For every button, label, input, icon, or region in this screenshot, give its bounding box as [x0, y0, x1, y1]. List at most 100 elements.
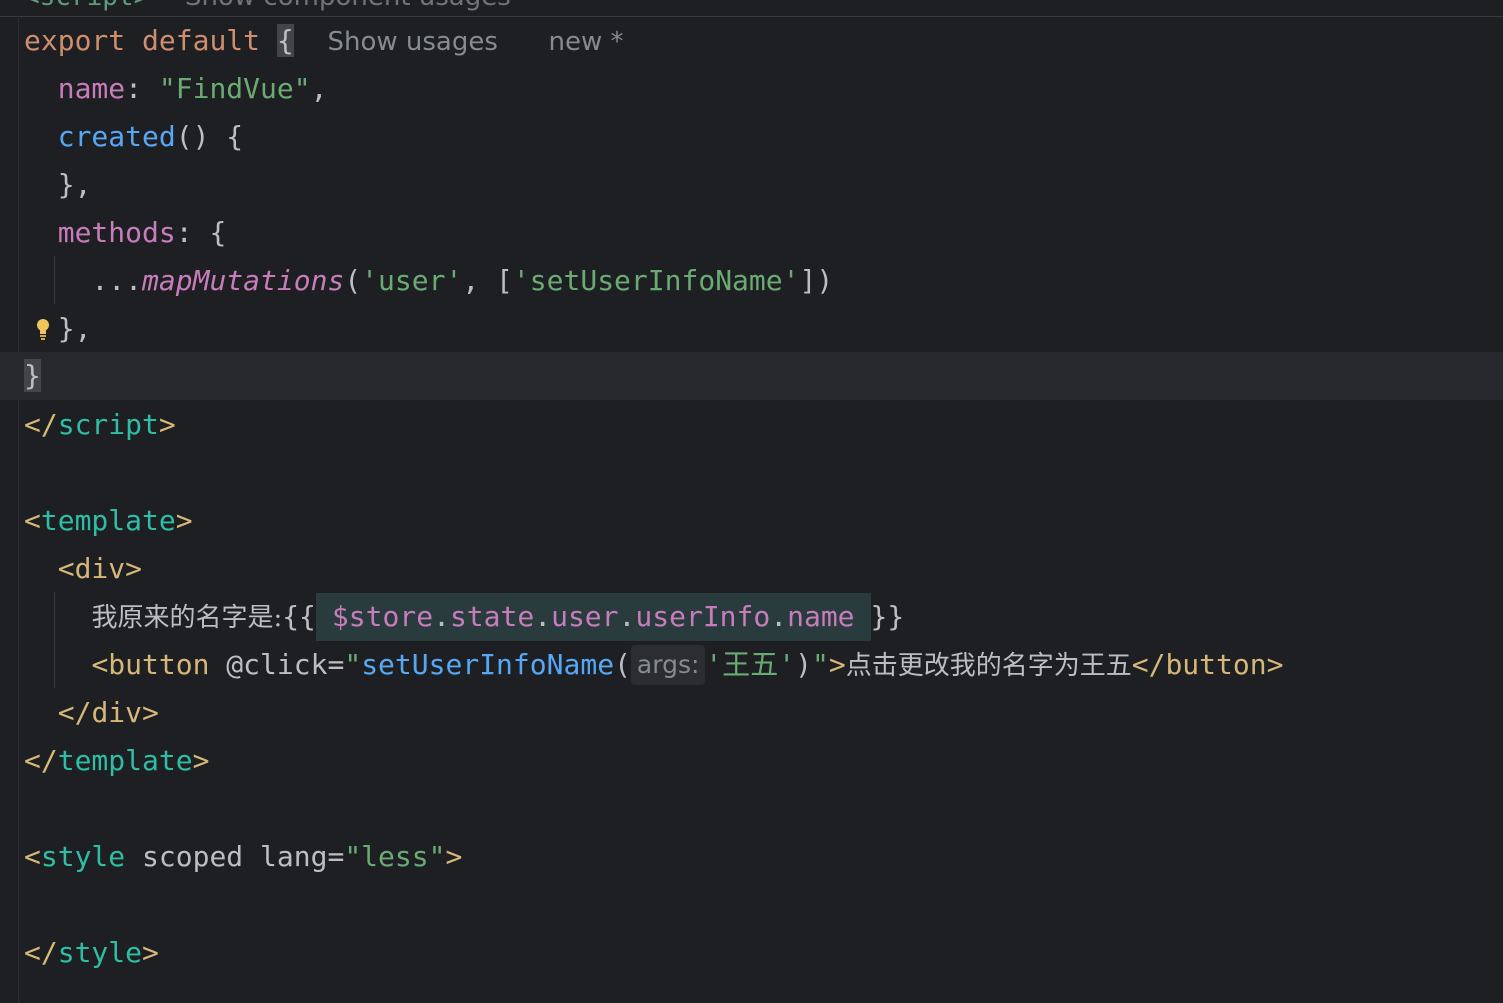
punctuation: : {	[175, 216, 227, 249]
punctuation: },	[57, 168, 92, 201]
show-usages-hint[interactable]: Show usages	[327, 27, 497, 57]
tag-bracket: </	[24, 744, 58, 777]
punctuation: :	[125, 72, 159, 105]
attr-click: @click	[209, 648, 328, 681]
code-line-2[interactable]: name: "FindVue",	[24, 65, 328, 113]
code-line-11[interactable]: <template>	[24, 497, 193, 545]
tag-name-style: style	[40, 840, 126, 873]
tag-name-template: template	[40, 504, 176, 537]
tag-name-button: button	[108, 648, 210, 681]
tag-bracket: </	[57, 696, 92, 729]
tag-bracket: >	[445, 840, 463, 873]
keyword-default: default	[142, 24, 261, 57]
cjk-text: 点击更改我的名字为王五	[845, 651, 1132, 681]
new-author-hint[interactable]: new *	[548, 27, 623, 57]
property-name: name	[57, 72, 126, 105]
prop-name: name	[787, 600, 855, 633]
code-line-18[interactable]: <style scoped lang="less">	[24, 833, 462, 881]
string-literal: 'setUserInfoName'	[512, 264, 800, 297]
tag-name-button: button	[1165, 648, 1267, 681]
tag-bracket: >	[142, 936, 159, 969]
prop-user: user	[551, 600, 619, 633]
matched-brace: }	[24, 359, 41, 392]
code-line-1[interactable]: export default { Show usages new *	[24, 17, 623, 65]
current-line-highlight	[0, 352, 1503, 400]
tag-name-script: script	[57, 408, 159, 441]
tag-name-style: style	[57, 936, 143, 969]
store-var: $store	[331, 600, 434, 633]
mustache-close: }}	[870, 600, 905, 633]
cjk-text: 我原来的名字是:	[91, 603, 283, 633]
code-line-12[interactable]: <div>	[24, 545, 142, 593]
punctuation: , [	[462, 264, 513, 297]
code-line-3[interactable]: created() {	[24, 113, 243, 161]
tag-name-div: div	[91, 696, 143, 729]
spread-operator: ...	[91, 264, 143, 297]
property-methods: methods	[57, 216, 176, 249]
punctuation: (	[344, 264, 362, 297]
paren: (	[614, 648, 631, 681]
dot: .	[534, 600, 552, 633]
punctuation: ,	[310, 72, 328, 105]
punctuation: ])	[799, 264, 834, 297]
dot: .	[770, 600, 788, 633]
punctuation: () {	[175, 120, 244, 153]
prop-state: state	[449, 600, 535, 633]
tag-bracket: <	[24, 840, 41, 873]
show-component-usages-hint[interactable]: Show component usages	[185, 0, 511, 12]
breadcrumb-script[interactable]: <script>	[24, 0, 149, 12]
string-literal: '王五'	[705, 648, 796, 681]
tag-bracket: </	[24, 408, 58, 441]
string-literal: "FindVue"	[158, 72, 311, 105]
code-line-6[interactable]: ...mapMutations('user', ['setUserInfoNam…	[24, 257, 833, 305]
tag-bracket: </	[24, 936, 58, 969]
prop-userInfo: userInfo	[635, 600, 771, 633]
code-line-13[interactable]: 我原来的名字是:{{$store.state.user.userInfo.nam…	[24, 593, 904, 641]
tag-name-template: template	[57, 744, 193, 777]
code-line-16[interactable]: </template>	[24, 737, 209, 785]
string-literal: 'user'	[361, 264, 463, 297]
method-created: created	[57, 120, 176, 153]
code-line-8[interactable]: }	[24, 352, 41, 400]
string-literal: "less"	[344, 840, 446, 873]
code-line-20[interactable]: </style>	[24, 929, 159, 977]
tag-bracket: <	[57, 552, 75, 585]
tag-bracket: >	[175, 504, 193, 537]
code-line-14[interactable]: <button @click="setUserInfoName(args: '王五…	[24, 641, 1283, 689]
tag-bracket: >	[142, 696, 159, 729]
code-line-9[interactable]: </script>	[24, 401, 176, 449]
sticky-breadcrumb: <script> Show component usages	[0, 0, 1503, 17]
equals: =	[327, 840, 345, 873]
matched-brace: {	[276, 24, 294, 57]
tag-bracket: </	[1131, 648, 1166, 681]
tag-bracket: >	[828, 648, 846, 681]
code-line-4[interactable]: },	[24, 161, 92, 209]
mustache-open: {{	[282, 600, 316, 633]
tag-name-div: div	[74, 552, 126, 585]
tag-bracket: >	[158, 408, 176, 441]
attr-lang: lang	[243, 840, 328, 873]
tag-bracket: >	[1266, 648, 1284, 681]
code-line-5[interactable]: methods: {	[24, 209, 227, 257]
interpolation-expression: $store.state.user.userInfo.name	[315, 593, 871, 641]
punctuation: },	[57, 312, 92, 345]
keyword-export: export	[24, 24, 126, 57]
code-line-7[interactable]: },	[24, 305, 92, 353]
function-mapMutations: mapMutations	[142, 264, 345, 297]
dot: .	[433, 600, 450, 633]
code-line-15[interactable]: </div>	[24, 689, 159, 737]
quote: "	[344, 648, 362, 681]
quote: "	[811, 648, 829, 681]
dot: .	[618, 600, 636, 633]
parameter-hint-args: args:	[630, 645, 706, 685]
tag-bracket: <	[24, 504, 41, 537]
gutter-separator	[18, 16, 19, 1003]
code-editor[interactable]: <script> Show component usages export de…	[0, 0, 1503, 1003]
paren: )	[795, 648, 812, 681]
function-setUserInfoName: setUserInfoName	[361, 648, 615, 681]
tag-bracket: >	[192, 744, 210, 777]
tag-bracket: <	[91, 648, 109, 681]
attr-scoped: scoped	[125, 840, 244, 873]
equals: =	[327, 648, 345, 681]
tag-bracket: >	[125, 552, 143, 585]
